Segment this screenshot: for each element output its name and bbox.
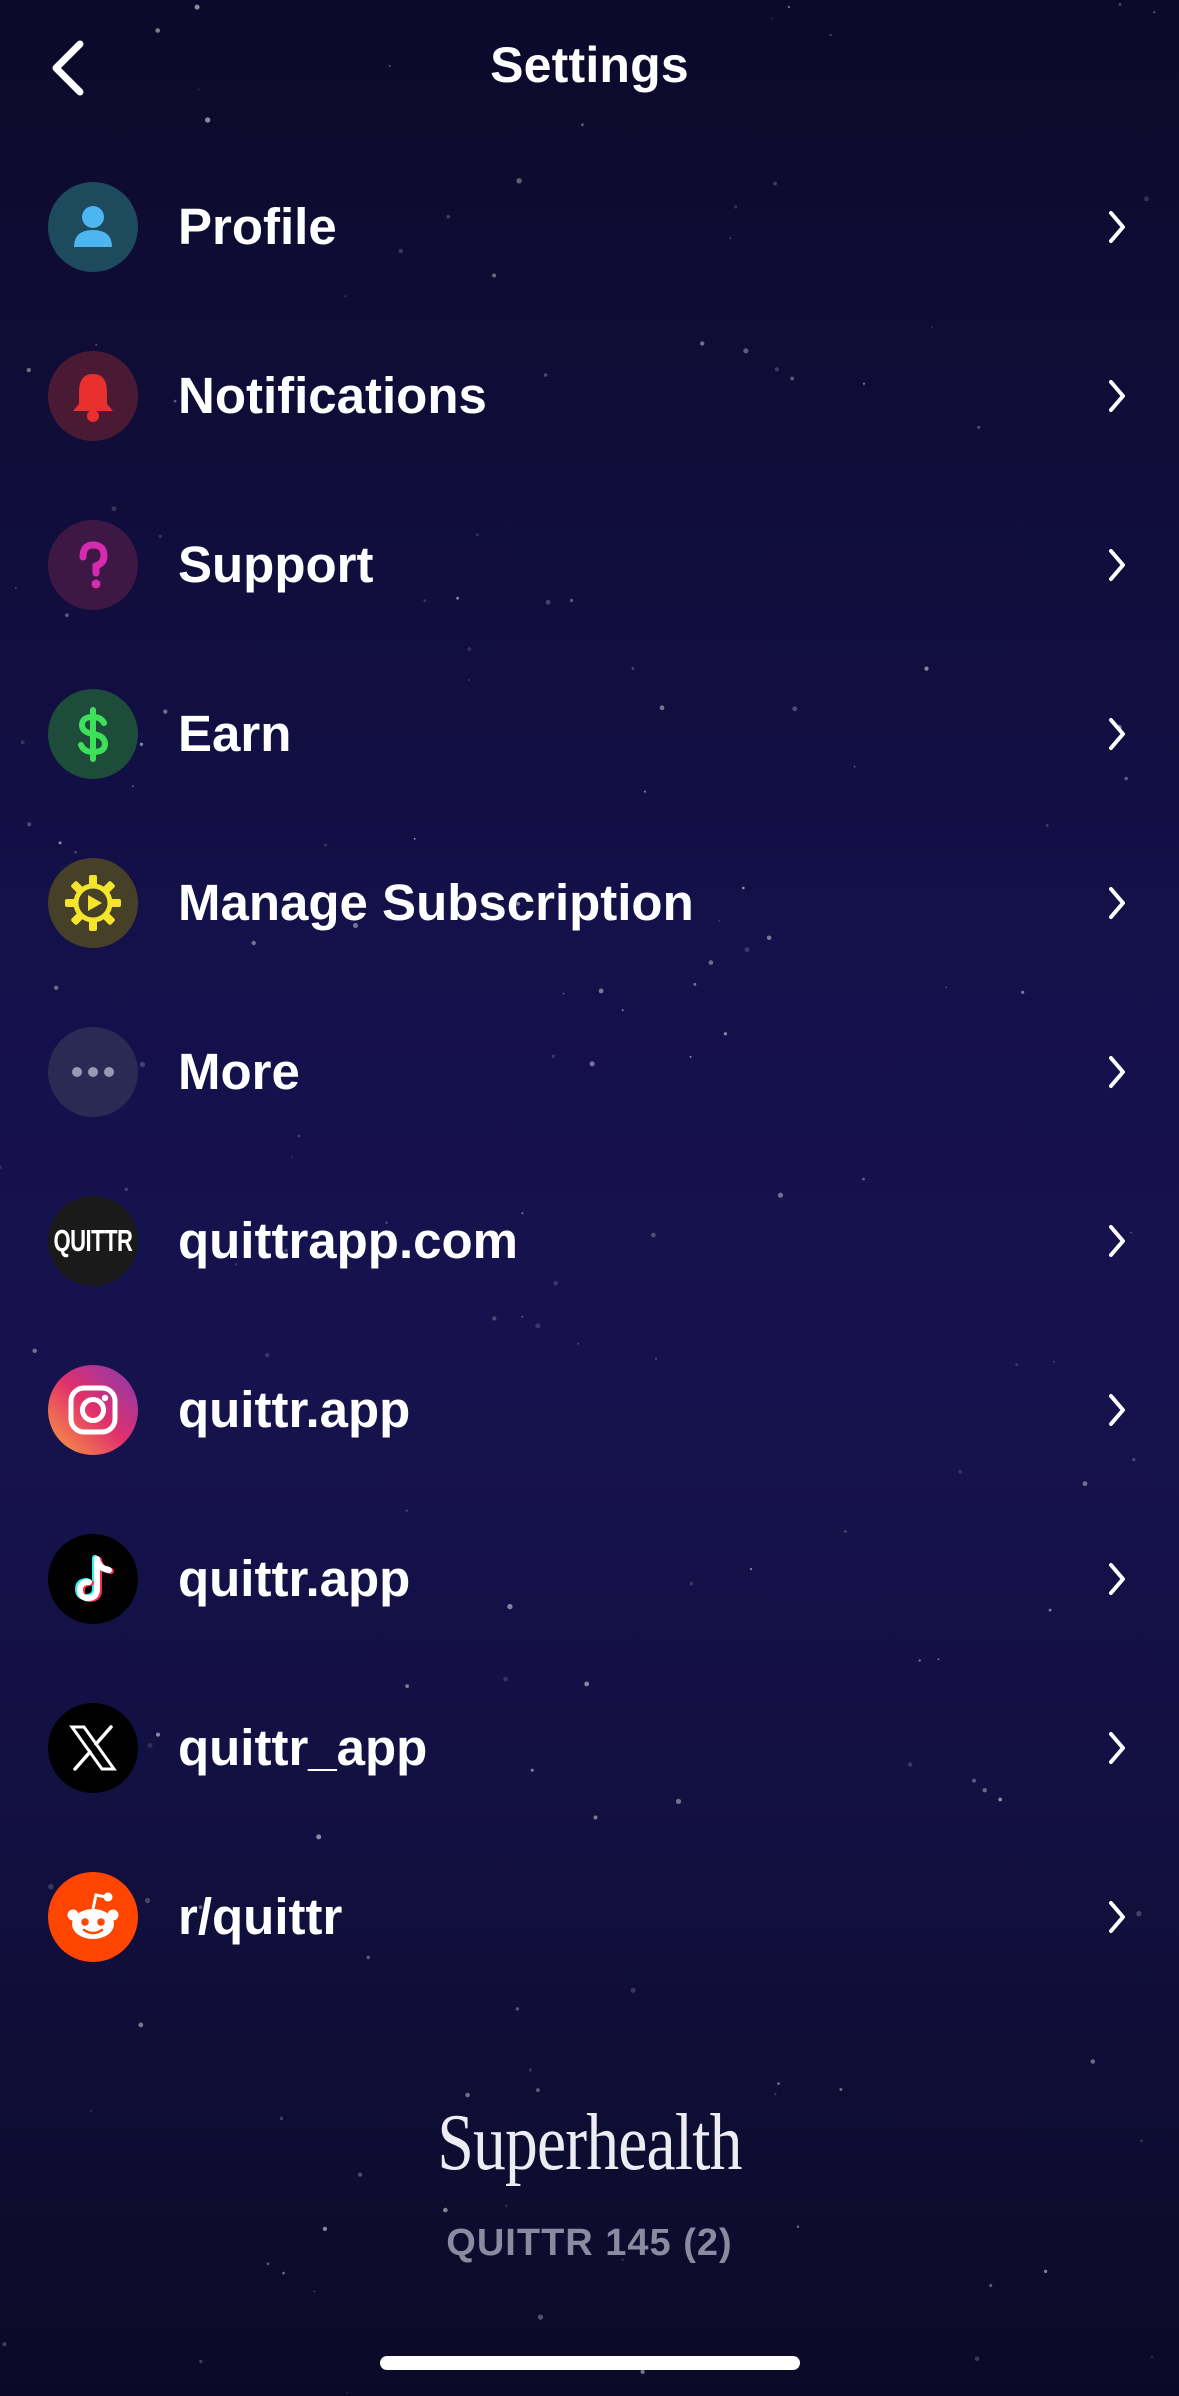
- chevron-right-icon: [1105, 1221, 1129, 1261]
- app-version: QUITTR 145 (2): [446, 2222, 733, 2264]
- chevron-right-icon: [1105, 1728, 1129, 1768]
- chevron-right-icon: [1105, 376, 1129, 416]
- settings-item-label: Notifications: [178, 367, 487, 424]
- ellipsis-icon: [48, 1026, 138, 1117]
- instagram-icon: [48, 1364, 138, 1455]
- settings-item-label: Manage Subscription: [178, 874, 694, 931]
- tiktok-icon: [48, 1533, 138, 1624]
- settings-item-label: Support: [178, 536, 374, 593]
- settings-item-profile[interactable]: Profile: [0, 142, 1179, 311]
- quittr-logo-text: QUITTR: [53, 1222, 133, 1258]
- settings-item-label: Earn: [178, 705, 292, 762]
- settings-item-label: More: [178, 1043, 300, 1100]
- settings-list: Profile Notifications Support Earn Manag…: [0, 142, 1179, 2001]
- settings-item-website[interactable]: QUITTR quittrapp.com: [0, 1156, 1179, 1325]
- chevron-right-icon: [1105, 545, 1129, 585]
- person-icon: [48, 181, 138, 272]
- settings-item-earn[interactable]: Earn: [0, 649, 1179, 818]
- settings-item-label: Profile: [178, 198, 337, 255]
- x-logo-icon: [48, 1702, 138, 1793]
- bell-icon: [48, 350, 138, 441]
- reddit-icon: [48, 1871, 138, 1962]
- settings-item-manage-subscription[interactable]: Manage Subscription: [0, 818, 1179, 987]
- brand-wordmark: Superhealth: [437, 2099, 742, 2187]
- chevron-right-icon: [1105, 1390, 1129, 1430]
- settings-item-label: quittr.app: [178, 1550, 411, 1607]
- chevron-right-icon: [1105, 714, 1129, 754]
- chevron-right-icon: [1105, 883, 1129, 923]
- settings-item-label: quittr_app: [178, 1719, 428, 1776]
- settings-item-instagram[interactable]: quittr.app: [0, 1325, 1179, 1494]
- header-bar: Settings: [0, 0, 1179, 135]
- settings-item-label: quittrapp.com: [178, 1212, 518, 1269]
- settings-item-reddit[interactable]: r/quittr: [0, 1832, 1179, 2001]
- settings-item-support[interactable]: Support: [0, 480, 1179, 649]
- chevron-right-icon: [1105, 1897, 1129, 1937]
- page-title: Settings: [490, 37, 689, 93]
- settings-item-label: r/quittr: [178, 1888, 343, 1945]
- quittr-logo-icon: QUITTR: [48, 1195, 138, 1286]
- chevron-right-icon: [1105, 207, 1129, 247]
- chevron-right-icon: [1105, 1052, 1129, 1092]
- question-icon: [48, 519, 138, 610]
- settings-item-tiktok[interactable]: quittr.app: [0, 1494, 1179, 1663]
- settings-item-notifications[interactable]: Notifications: [0, 311, 1179, 480]
- settings-item-x[interactable]: quittr_app: [0, 1663, 1179, 1832]
- chevron-right-icon: [1105, 1559, 1129, 1599]
- settings-item-more[interactable]: More: [0, 987, 1179, 1156]
- settings-item-label: quittr.app: [178, 1381, 411, 1438]
- dollar-icon: [48, 688, 138, 779]
- home-indicator[interactable]: [380, 2356, 800, 2370]
- gear-icon: [48, 857, 138, 948]
